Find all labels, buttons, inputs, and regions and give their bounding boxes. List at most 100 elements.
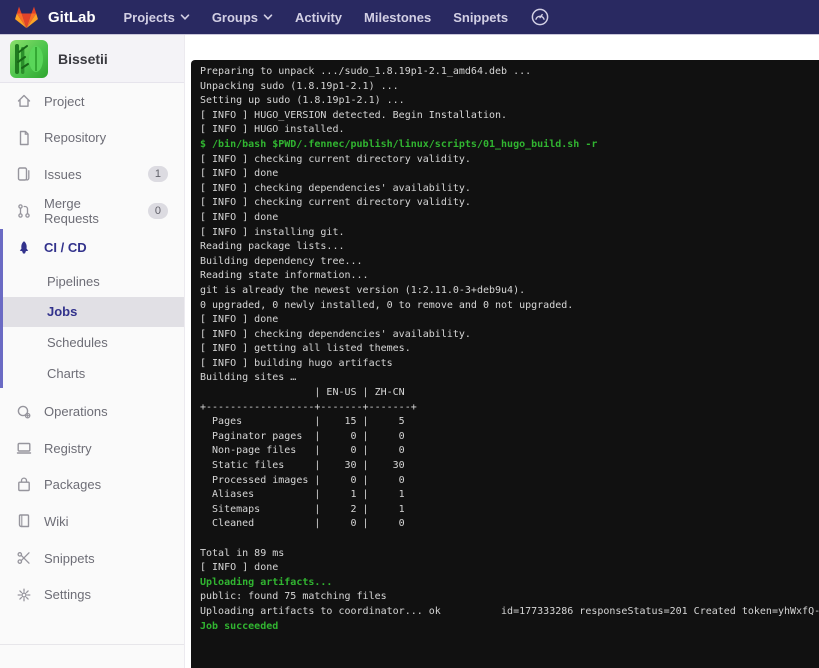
- sidebar-item-label: Merge Requests: [44, 196, 99, 227]
- job-log[interactable]: Preparing to unpack .../sudo_1.8.19p1-2.…: [191, 60, 819, 668]
- log-line: [ INFO ] building hugo artifacts: [200, 357, 393, 369]
- sidebar-item-label: Operations: [44, 404, 108, 420]
- log-line: Static files | 30 | 30: [200, 460, 405, 472]
- operations-icon: [17, 405, 31, 419]
- nav-groups[interactable]: Groups: [212, 10, 273, 25]
- sidebar-item-ci-cd[interactable]: CI / CD: [3, 229, 184, 266]
- nav-activity-label: Activity: [295, 9, 343, 25]
- container-registry-icon: [16, 443, 32, 454]
- main-content: Preparing to unpack .../sudo_1.8.19p1-2.…: [186, 35, 819, 668]
- gitlab-brand[interactable]: GitLab: [48, 9, 96, 26]
- sidebar-item-operations[interactable]: Operations: [0, 393, 184, 430]
- sidebar-item-settings[interactable]: Settings: [0, 576, 184, 613]
- nav-groups-label: Groups: [211, 9, 259, 25]
- project-avatar: [10, 39, 48, 78]
- nav-snippets[interactable]: Snippets: [453, 10, 508, 25]
- sidebar-item-wiki[interactable]: Wiki: [0, 503, 184, 540]
- sidebar-item-label: Issues: [44, 166, 82, 182]
- sidebar-item-label: Pipelines: [47, 273, 100, 289]
- sidebar-item-label: Settings: [44, 587, 91, 603]
- nav-milestones[interactable]: Milestones: [364, 10, 431, 25]
- sidebar-item-label: Charts: [47, 365, 86, 381]
- log-line: 0 upgraded, 0 newly installed, 0 to remo…: [200, 299, 574, 311]
- log-line: Total in 89 ms: [200, 547, 285, 559]
- settings-gear-icon: [17, 588, 31, 602]
- sidebar-subitem-jobs[interactable]: Jobs: [3, 296, 184, 328]
- log-line: [ INFO ] done: [200, 168, 279, 180]
- sidebar-item-issues[interactable]: Issues 1: [0, 156, 184, 193]
- log-line: Paginator pages | 0 | 0: [200, 430, 405, 442]
- sidebar-divider: [0, 644, 184, 645]
- merge-requests-count-badge: 0: [147, 203, 168, 220]
- sidebar-item-label: Registry: [44, 440, 92, 456]
- log-line: Building dependency tree...: [200, 255, 363, 267]
- log-line: Cleaned | 0 | 0: [200, 518, 405, 530]
- ci-cd-group: CI / CD Pipelines Jobs Schedules Charts: [0, 229, 184, 389]
- log-line: Unpacking sudo (1.8.19p1-2.1) ...: [200, 80, 399, 92]
- log-line: Aliases | 1 | 1: [200, 489, 405, 501]
- log-line: [ INFO ] checking dependencies' availabi…: [200, 182, 471, 194]
- project-title: Bissetii: [58, 50, 108, 67]
- sidebar-subitem-charts[interactable]: Charts: [3, 358, 184, 389]
- log-line: $ /bin/bash $PWD/.fennec/publish/linux/s…: [200, 138, 598, 150]
- nav-activity[interactable]: Activity: [295, 10, 342, 25]
- sidebar-item-registry[interactable]: Registry: [0, 430, 184, 467]
- nav-projects[interactable]: Projects: [124, 10, 190, 25]
- log-line: [ INFO ] done: [200, 562, 279, 574]
- log-line: [ INFO ] done: [200, 314, 279, 326]
- project-sidebar: Bissetii Project Repository Issues 1 Mer…: [0, 35, 185, 668]
- rocket-icon: [19, 240, 29, 254]
- sidebar-item-snippets[interactable]: Snippets: [0, 540, 184, 577]
- chevron-down-icon: [263, 14, 273, 20]
- log-line: Pages | 15 | 5: [200, 416, 405, 428]
- log-line: Job succeeded: [200, 620, 279, 632]
- dashboard-icon[interactable]: [530, 7, 550, 27]
- sidebar-menu: Project Repository Issues 1 Merge Reques…: [0, 83, 184, 613]
- log-line: [ INFO ] installing git.: [200, 226, 345, 238]
- wiki-icon: [18, 514, 30, 528]
- log-line: public: found 75 matching files: [200, 591, 387, 603]
- sidebar-item-project[interactable]: Project: [0, 83, 184, 120]
- sidebar-item-label: Repository: [44, 130, 107, 146]
- log-line: Uploading artifacts to coordinator... ok…: [200, 605, 819, 617]
- sidebar-item-packages[interactable]: Packages: [0, 467, 184, 504]
- package-icon: [18, 477, 30, 492]
- log-line: Preparing to unpack .../sudo_1.8.19p1-2.…: [200, 66, 532, 77]
- gitlab-logo-icon[interactable]: [14, 5, 39, 29]
- sidebar-item-repository[interactable]: Repository: [0, 120, 184, 157]
- sidebar-item-label: CI / CD: [44, 240, 87, 256]
- log-line: [ INFO ] HUGO_VERSION detected. Begin In…: [200, 109, 508, 121]
- log-line: +------------------+-------+-------+: [200, 401, 417, 413]
- sidebar-item-label: Wiki: [44, 513, 69, 529]
- log-line: [ INFO ] HUGO installed.: [200, 124, 345, 136]
- bamboo-avatar-image: [15, 43, 43, 74]
- issues-count-badge: 1: [147, 166, 168, 183]
- snippets-scissors-icon: [17, 552, 30, 564]
- log-line: Building sites …: [200, 372, 297, 384]
- file-icon: [19, 130, 29, 146]
- nav-projects-label: Projects: [123, 9, 175, 25]
- log-line: Uploading artifacts...: [200, 576, 333, 588]
- log-line: Reading package lists...: [200, 241, 345, 253]
- chevron-down-icon: [180, 14, 190, 20]
- sidebar-item-label: Packages: [44, 477, 102, 493]
- log-line: Non-page files | 0 | 0: [200, 445, 405, 457]
- log-line: | EN-US | ZH-CN: [200, 387, 405, 399]
- sidebar-item-merge-requests[interactable]: Merge Requests 0: [0, 193, 184, 230]
- sidebar-item-label: Snippets: [44, 550, 95, 566]
- sidebar-item-label: Jobs: [47, 304, 78, 320]
- log-line: git is already the newest version (1:2.1…: [200, 284, 526, 296]
- nav-snippets-label: Snippets: [453, 9, 509, 25]
- project-header[interactable]: Bissetii: [0, 35, 184, 83]
- sidebar-subitem-schedules[interactable]: Schedules: [3, 327, 184, 358]
- log-line: [ INFO ] checking dependencies' availabi…: [200, 328, 471, 340]
- top-navbar: GitLab Projects Groups Activity Mileston…: [0, 0, 819, 35]
- log-line: [ INFO ] checking current directory vali…: [200, 197, 471, 209]
- merge-request-icon: [18, 204, 30, 218]
- nav-milestones-label: Milestones: [364, 9, 432, 25]
- sidebar-subitem-pipelines[interactable]: Pipelines: [3, 266, 184, 297]
- log-line: Reading state information...: [200, 270, 369, 282]
- log-line: [ INFO ] getting all listed themes.: [200, 343, 411, 355]
- log-line: Sitemaps | 2 | 1: [200, 503, 405, 515]
